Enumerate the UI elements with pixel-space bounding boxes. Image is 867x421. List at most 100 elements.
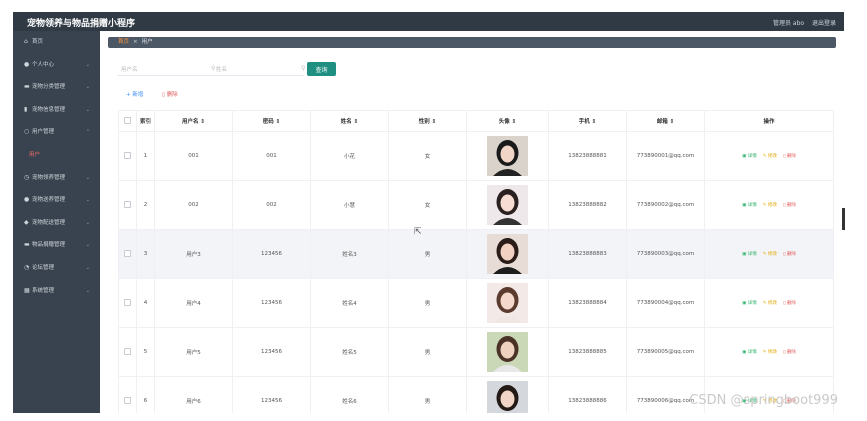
gender-cell: 女 <box>388 180 467 230</box>
sidebar-item-8[interactable]: ◆ 宠物配送管理 ⌄ <box>13 212 100 235</box>
column-header: 操作 <box>704 110 834 132</box>
row-checkbox[interactable] <box>124 396 131 404</box>
settings-icon: ▦ <box>24 286 30 294</box>
avatar <box>468 234 548 274</box>
email-cell: 773890003@qq.com <box>626 229 705 279</box>
phone-cell: 13823888883 <box>548 229 627 279</box>
sidebar-item-label: 宠物信息管理 <box>32 106 66 113</box>
breadcrumb-current: 用户 <box>141 39 153 45</box>
sidebar-item-1[interactable]: ● 个人中心 ⌄ <box>13 54 100 77</box>
edit-button[interactable]: ✎ 修改 <box>763 349 777 355</box>
password-cell: 002 <box>232 180 311 230</box>
username-cell: 002 <box>154 180 233 230</box>
sidebar-item-3[interactable]: ▮ 宠物信息管理 ⌄ <box>13 99 100 122</box>
detail-button[interactable]: ▣ 详情 <box>742 349 757 355</box>
delete-button[interactable]: ▯ 删除 <box>783 202 796 208</box>
sidebar-item-4[interactable]: ○ 用户管理 ⌃ <box>13 121 100 144</box>
sidebar-item-7[interactable]: ● 宠物送养管理 ⌄ <box>13 189 100 212</box>
chevron-icon: ⌄ <box>85 287 90 294</box>
select-all-checkbox[interactable] <box>124 116 131 124</box>
delete-button[interactable]: ▯ 删除 <box>783 251 796 257</box>
username-search-input[interactable] <box>118 64 219 76</box>
password-cell: 123456 <box>232 376 311 413</box>
row-checkbox[interactable] <box>124 347 131 355</box>
edit-button[interactable]: ✎ 修改 <box>763 300 777 306</box>
phone-cell: 13823888881 <box>548 131 627 181</box>
username-cell: 001 <box>154 131 233 181</box>
search-button[interactable]: 查询 <box>307 62 336 76</box>
sidebar-item-6[interactable]: ◷ 宠物领养管理 ⌄ <box>13 167 100 190</box>
sidebar-item-label: 宠物领养管理 <box>32 174 66 181</box>
bulk-delete-button[interactable]: ▯ 删除 <box>162 90 178 98</box>
row-checkbox[interactable] <box>124 298 131 306</box>
sidebar-item-0[interactable]: ⌂ 首页 <box>13 31 100 54</box>
sidebar-item-label: 系统管理 <box>32 287 55 294</box>
gender-cell: 男 <box>388 327 467 377</box>
delete-button[interactable]: ▯ 删除 <box>783 300 796 306</box>
document-icon: ▮ <box>24 105 28 113</box>
column-header[interactable]: 姓名 ⇕ <box>310 110 389 132</box>
column-header[interactable]: 头像 ⇕ <box>466 110 549 132</box>
avatar <box>468 283 548 323</box>
edit-button[interactable]: ✎ 修改 <box>763 202 777 208</box>
sidebar-item-label: 个人中心 <box>32 61 55 68</box>
edit-button[interactable]: ✎ 修改 <box>763 153 777 159</box>
edit-button[interactable]: ✎ 修改 <box>763 251 777 257</box>
category-icon: ▬ <box>24 83 30 91</box>
sidebar-item-label: 用户管理 <box>32 129 55 136</box>
email-cell: 773890002@qq.com <box>626 180 705 230</box>
actions-cell: ▣ 详情 ✎ 修改 ▯ 删除 <box>704 278 834 328</box>
sidebar-item-11[interactable]: ▦ 系统管理 ⌄ <box>13 280 100 303</box>
index-cell: 5 <box>136 327 155 377</box>
delete-button[interactable]: ▯ 删除 <box>783 153 796 159</box>
username-cell: 用户6 <box>154 376 233 413</box>
sidebar-item-10[interactable]: ◔ 论坛管理 ⌄ <box>13 257 100 280</box>
delete-button[interactable]: ▯ 删除 <box>783 349 796 355</box>
sidebar: ⌂ 首页 ● 个人中心 ⌄ ▬ 宠物分类管理 ⌄ ▮ 宠物信息管理 ⌄ ○ 用户管理 ⌃ 用户 ◷ 宠物领养管理… <box>13 31 100 413</box>
column-header[interactable]: 用户名 ⇕ <box>154 110 233 132</box>
sidebar-item-label: 物品捐赠管理 <box>32 242 66 249</box>
row-checkbox[interactable] <box>124 249 131 257</box>
breadcrumb-separator: × <box>133 39 138 45</box>
actions-cell: ▣ 详情 ✎ 修改 ▯ 删除 <box>704 131 834 181</box>
name-cell: 姓名6 <box>310 376 389 413</box>
column-header[interactable]: 密码 ⇕ <box>232 110 311 132</box>
sidebar-item-9[interactable]: ▬ 物品捐赠管理 ⌄ <box>13 234 100 257</box>
row-checkbox[interactable] <box>124 200 131 208</box>
select-cell <box>118 131 137 181</box>
breadcrumb-home[interactable]: 首页 <box>118 39 129 45</box>
sidebar-item-2[interactable]: ▬ 宠物分类管理 ⌄ <box>13 76 100 99</box>
chevron-icon: ⌄ <box>85 106 90 113</box>
column-header[interactable]: 邮箱 ⇕ <box>626 110 705 132</box>
logout-link[interactable]: 退出登录 <box>812 20 836 27</box>
column-header[interactable]: 手机 ⇕ <box>548 110 627 132</box>
actions-cell: ▣ 详情 ✎ 修改 ▯ 删除 <box>704 327 834 377</box>
home-icon: ⌂ <box>24 38 28 45</box>
select-cell <box>118 327 137 377</box>
detail-button[interactable]: ▣ 详情 <box>742 300 757 306</box>
index-cell: 4 <box>136 278 155 328</box>
table-row[interactable]: 5 用户5 123456 姓名5 男 13823888885 773890005@qq.co… <box>118 327 834 377</box>
sidebar-item-label: 用户 <box>29 151 41 158</box>
table-row[interactable]: 2 002 002 小慧女 13823888882 773890002@qq.com ▣ 详… <box>118 180 834 230</box>
phone-cell: 13823888882 <box>548 180 627 230</box>
table-row[interactable]: 1 001 001 小花女 13823888881 773890001@qq.com ▣ 详… <box>118 131 834 181</box>
page-scrollbar[interactable] <box>842 208 845 230</box>
column-header[interactable]: 性别 ⇕ <box>388 110 467 132</box>
detail-button[interactable]: ▣ 详情 <box>742 153 757 159</box>
row-checkbox[interactable] <box>124 151 131 159</box>
table-row[interactable]: 4 用户4 123456 姓名4 男 13823888884 773890004@qq.co… <box>118 278 834 328</box>
detail-button[interactable]: ▣ 详情 <box>742 202 757 208</box>
gender-cell: 男 <box>388 278 467 328</box>
sidebar-item-5[interactable]: 用户 <box>13 144 100 167</box>
breadcrumb: 首页 × 用户 <box>108 37 836 48</box>
table-row[interactable]: 3 用户3 123456 姓名3 男 13823888883 773890003@qq.co… <box>118 229 834 279</box>
detail-button[interactable]: ▣ 详情 <box>742 251 757 257</box>
avatar <box>468 381 548 413</box>
select-all-header[interactable] <box>118 110 137 132</box>
current-user-label: 管理员 abo <box>772 20 805 27</box>
avatar-cell <box>466 229 549 279</box>
name-cell: 姓名4 <box>310 278 389 328</box>
name-search-input[interactable] <box>213 64 304 76</box>
add-button[interactable]: + 新增 <box>126 90 143 98</box>
